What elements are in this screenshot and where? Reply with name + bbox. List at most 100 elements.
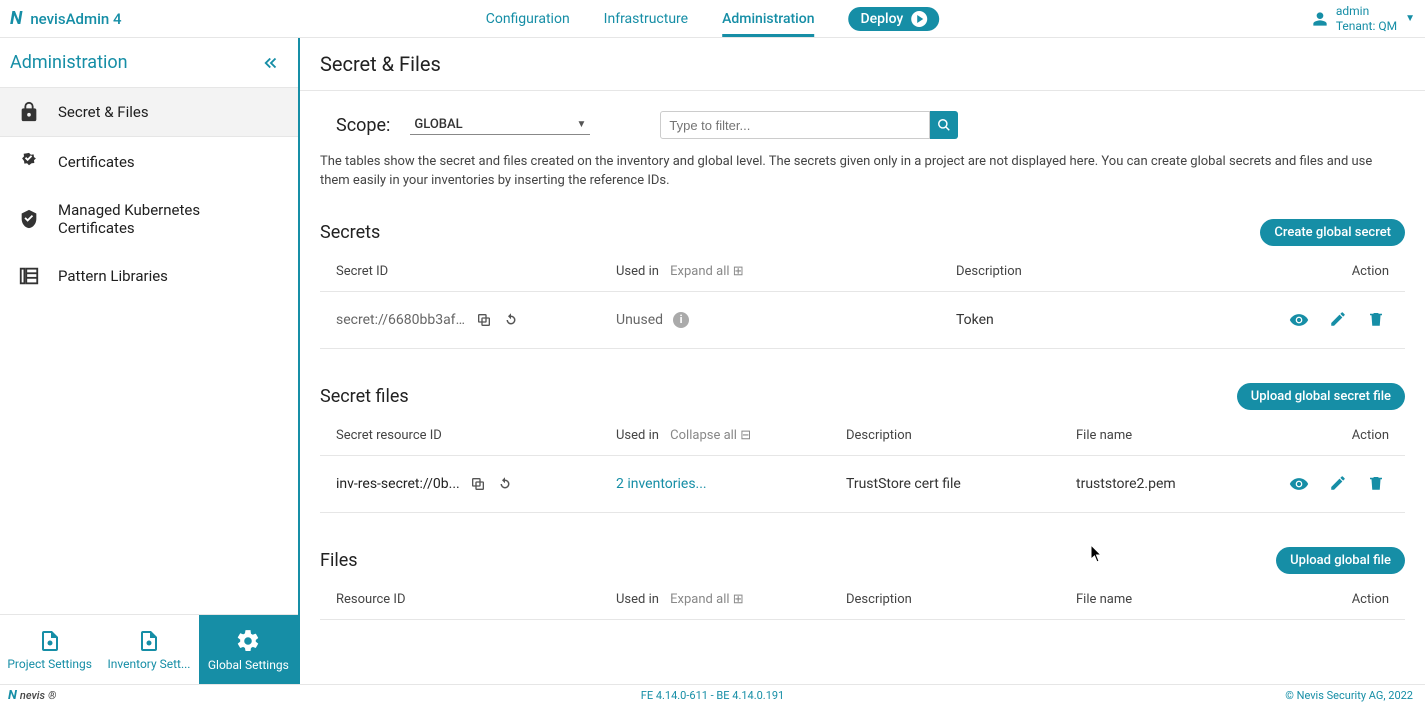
topbar: N nevisAdmin 4 Configuration Infrastruct… (0, 0, 1425, 38)
collapse-all-link[interactable]: Collapse all ⊟ (670, 428, 751, 443)
tab-project-settings[interactable]: Project Settings (0, 615, 99, 684)
inventories-link[interactable]: 2 inventories... (616, 476, 707, 492)
user-menu[interactable]: admin Tenant: QM ▼ (1312, 4, 1415, 33)
description-cell: TrustStore cert file (846, 476, 1076, 492)
view-icon[interactable] (1289, 474, 1309, 494)
scope-value: GLOBAL (414, 117, 462, 132)
top-nav: Configuration Infrastructure Administrat… (486, 0, 940, 37)
secret-id-cell: secret://6680bb3af... (336, 311, 616, 329)
expand-icon: ⊞ (733, 592, 744, 607)
secret-resource-id: inv-res-secret://0b... (336, 476, 460, 492)
col-action: Action (1249, 428, 1389, 443)
col-description: Description (846, 428, 1076, 443)
bottom-tab-label: Inventory Sett... (108, 657, 191, 671)
secrets-header: Secrets Create global secret (300, 201, 1425, 252)
edit-icon[interactable] (1329, 310, 1347, 330)
sidebar-item-label: Pattern Libraries (58, 267, 168, 285)
files-thead: Resource ID Used in Expand all ⊞ Descrip… (320, 580, 1405, 620)
gear-file-icon (137, 629, 161, 653)
rotate-icon[interactable] (496, 475, 514, 493)
col-file-name: File name (1076, 428, 1249, 443)
tenant-name: Tenant: QM (1336, 19, 1397, 33)
sidebar-title: Administration (10, 52, 128, 73)
nav-configuration[interactable]: Configuration (486, 0, 570, 37)
tab-inventory-settings[interactable]: Inventory Sett... (99, 615, 198, 684)
upload-global-file-button[interactable]: Upload global file (1276, 547, 1405, 574)
filter-wrap (660, 111, 958, 139)
footer-version: FE 4.14.0-611 - BE 4.14.0.191 (641, 689, 784, 702)
table-row: secret://6680bb3af... Unused i Token (320, 292, 1405, 349)
view-icon[interactable] (1289, 310, 1309, 330)
expand-all-link[interactable]: Expand all ⊞ (670, 592, 743, 607)
col-description: Description (846, 592, 1076, 607)
search-icon (937, 118, 951, 132)
collapse-icon: ⊟ (740, 428, 751, 443)
page-title: Secret & Files (300, 38, 1425, 91)
col-secret-resource-id: Secret resource ID (336, 428, 616, 443)
edit-icon[interactable] (1329, 474, 1347, 494)
col-file-name: File name (1076, 592, 1249, 607)
user-icon (1312, 11, 1328, 27)
nav-infrastructure[interactable]: Infrastructure (604, 0, 688, 37)
rotate-icon[interactable] (502, 311, 520, 329)
scope-label: Scope: (336, 115, 390, 136)
expand-all-link[interactable]: Expand all ⊞ (670, 264, 743, 279)
delete-icon[interactable] (1367, 310, 1385, 330)
sidebar-item-label: Secret & Files (58, 103, 149, 121)
description-cell: Token (956, 312, 1249, 328)
logo-icon: N (8, 688, 17, 703)
sidebar-title-row: Administration (0, 38, 298, 87)
user-name: admin (1336, 4, 1397, 18)
bottom-tab-label: Global Settings (208, 658, 289, 672)
sidebar-item-k8s-certs[interactable]: Managed Kubernetes Certificates (0, 187, 298, 251)
expand-icon: ⊞ (733, 264, 744, 279)
secretfiles-thead: Secret resource ID Used in Collapse all … (320, 416, 1405, 456)
shield-icon (18, 208, 40, 230)
chevron-down-icon: ▼ (1405, 13, 1415, 24)
bottom-tabs: Project Settings Inventory Sett... Globa… (0, 614, 298, 684)
col-description: Description (956, 264, 1249, 279)
copy-icon[interactable] (476, 312, 492, 328)
files-title: Files (320, 550, 358, 571)
library-icon (18, 265, 40, 287)
scope-select[interactable]: GLOBAL ▼ (410, 115, 590, 135)
sidebar-item-label: Certificates (58, 153, 135, 171)
gear-icon (235, 628, 261, 654)
info-icon[interactable]: i (673, 312, 689, 328)
copy-icon[interactable] (470, 476, 486, 492)
table-row: inv-res-secret://0b... 2 inventories... … (320, 456, 1405, 513)
sidebar-item-pattern-libraries[interactable]: Pattern Libraries (0, 251, 298, 301)
filter-input[interactable] (660, 111, 930, 139)
col-used-in: Used in Collapse all ⊟ (616, 428, 846, 443)
delete-icon[interactable] (1367, 474, 1385, 494)
logo-icon: N (10, 8, 22, 29)
sidebar-item-label: Managed Kubernetes Certificates (58, 201, 280, 237)
footer-copyright: © Nevis Security AG, 2022 (1285, 689, 1413, 702)
action-cell (1249, 474, 1389, 494)
footer-brand: N nevis® (0, 688, 56, 703)
col-secret-id: Secret ID (336, 264, 616, 279)
sidebar-item-secret-files[interactable]: Secret & Files (0, 87, 298, 137)
action-cell (1249, 310, 1389, 330)
col-used-in: Used in Expand all ⊞ (616, 264, 956, 279)
sidebar-item-certificates[interactable]: Certificates (0, 137, 298, 187)
create-global-secret-button[interactable]: Create global secret (1260, 219, 1405, 246)
controls-row: Scope: GLOBAL ▼ (300, 91, 1425, 149)
collapse-sidebar-icon[interactable] (262, 54, 280, 72)
secretfiles-header: Secret files Upload global secret file (300, 349, 1425, 416)
nav-administration[interactable]: Administration (722, 0, 814, 37)
user-info: admin Tenant: QM (1336, 4, 1397, 33)
tab-global-settings[interactable]: Global Settings (199, 615, 298, 684)
secretfiles-table: Secret resource ID Used in Collapse all … (320, 416, 1405, 513)
col-used-in: Used in Expand all ⊞ (616, 592, 846, 607)
col-resource-id: Resource ID (336, 592, 616, 607)
filter-search-button[interactable] (930, 111, 958, 139)
used-in-cell: 2 inventories... (616, 476, 846, 492)
deploy-button[interactable]: Deploy (849, 7, 940, 31)
upload-global-secret-file-button[interactable]: Upload global secret file (1237, 383, 1405, 410)
play-icon (911, 11, 927, 27)
used-in-cell: Unused i (616, 312, 956, 328)
secretfiles-title: Secret files (320, 386, 409, 407)
secret-id: secret://6680bb3af... (336, 312, 466, 328)
footer: N nevis® FE 4.14.0-611 - BE 4.14.0.191 ©… (0, 684, 1425, 706)
